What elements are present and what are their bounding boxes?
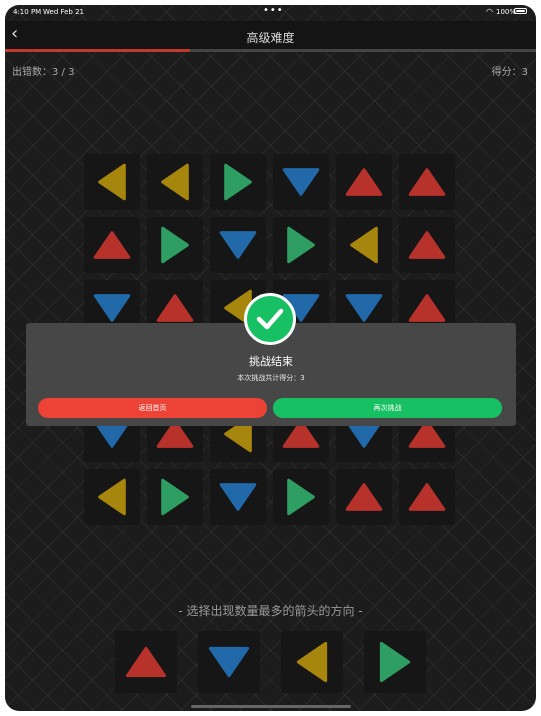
arrow-up-icon [399, 469, 455, 525]
status-bar: 4:10 PM Wed Feb 21 ••• ◠ 100% [5, 5, 536, 21]
arrow-up-icon [399, 154, 455, 210]
multitask-dots-icon[interactable]: ••• [263, 5, 284, 16]
answer-down-button[interactable] [198, 631, 260, 693]
arrow-right-icon [147, 469, 203, 525]
score-label: 得分：3 [491, 67, 528, 78]
arrow-right-icon [273, 217, 329, 273]
navigation-bar: ‹ 高级难度 [5, 21, 536, 49]
dialog-title: 挑战结束 [249, 355, 293, 368]
arrow-left-icon [84, 469, 140, 525]
dialog-score-text: 本次挑战共计得分：3 [237, 374, 305, 382]
arrow-left-icon [84, 154, 140, 210]
arrow-down-icon [210, 217, 266, 273]
arrow-up-icon [399, 217, 455, 273]
status-time: 4:10 PM [13, 8, 42, 16]
arrow-left-icon [147, 154, 203, 210]
arrow-left-icon [336, 217, 392, 273]
arrow-up-icon [84, 217, 140, 273]
arrow-up-icon [336, 154, 392, 210]
arrow-right-icon [273, 469, 329, 525]
arrow-down-icon [273, 154, 329, 210]
battery-percent: 100% [496, 8, 517, 16]
instruction-text: - 选择出现数量最多的箭头的方向 - [178, 604, 363, 618]
battery-icon [514, 8, 527, 14]
status-date: Wed Feb 21 [43, 8, 85, 16]
checkmark-icon [244, 293, 296, 345]
progress-line [5, 49, 536, 52]
arrow-down-icon [210, 469, 266, 525]
error-count: 出错数：3 / 3 [12, 67, 75, 78]
home-indicator [191, 705, 351, 708]
retry-button[interactable]: 再次挑战 [273, 398, 502, 418]
answer-left-button[interactable] [281, 631, 343, 693]
answer-up-button[interactable] [115, 631, 177, 693]
wifi-icon: ◠ [486, 7, 493, 16]
arrow-right-icon [147, 217, 203, 273]
arrow-up-icon [336, 469, 392, 525]
page-title: 高级难度 [246, 31, 295, 45]
arrow-right-icon [210, 154, 266, 210]
app-screen: 4:10 PM Wed Feb 21 ••• ◠ 100% ‹ 高级难度 出错数… [5, 5, 536, 711]
answer-right-button[interactable] [364, 631, 426, 693]
return-home-button[interactable]: 返回首页 [38, 398, 267, 418]
